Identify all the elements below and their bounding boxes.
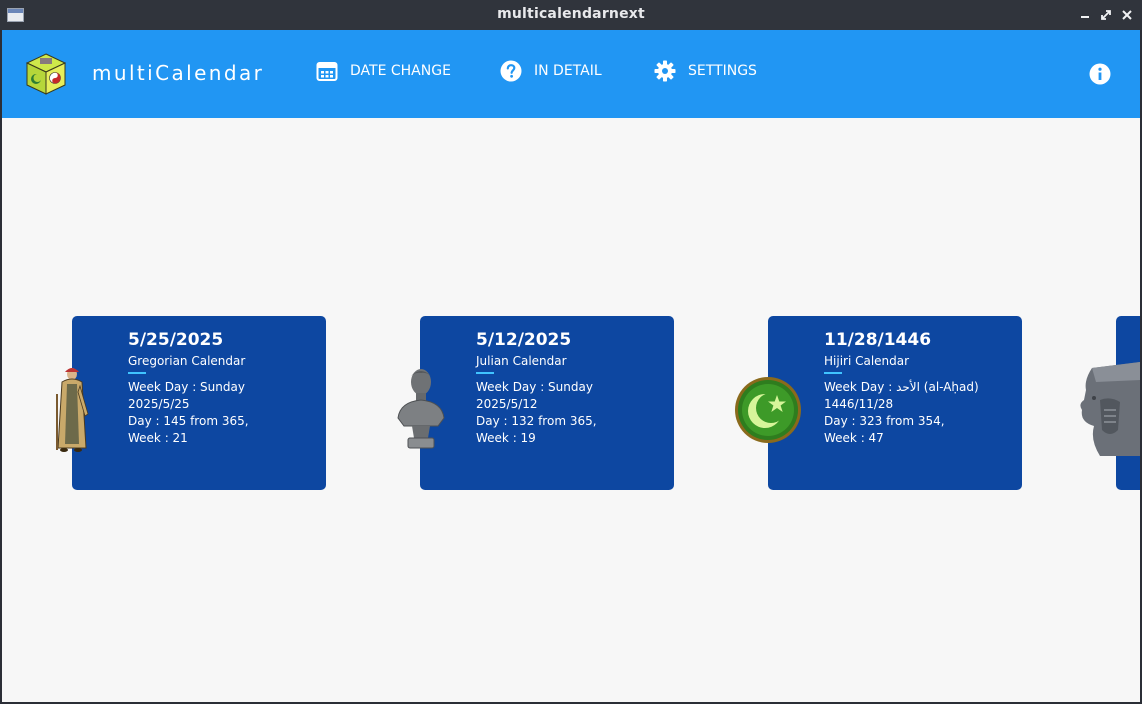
card-calendar-name: Julian Calendar xyxy=(476,354,567,368)
nav-settings[interactable]: SETTINGS xyxy=(654,56,757,86)
card-details: Week Day : Sunday 2025/5/12 Day : 132 fr… xyxy=(476,379,597,447)
card-details: Week Day : الأحد (al-Aḥad) 1446/11/28 Da… xyxy=(824,379,979,447)
calendar-card-hijri[interactable]: 11/28/1446 Hijiri Calendar Week Day : ال… xyxy=(768,316,1022,490)
nav-in-detail-label: IN DETAIL xyxy=(534,63,602,79)
info-icon[interactable] xyxy=(1089,63,1111,85)
nav-settings-label: SETTINGS xyxy=(688,63,757,79)
minimize-icon xyxy=(1081,16,1089,18)
card-accent-line xyxy=(476,372,494,374)
crescent-emblem-icon xyxy=(735,377,801,443)
calendar-card-julian[interactable]: 5/12/2025 Julian Calendar Week Day : Sun… xyxy=(420,316,674,490)
card-calendar-name: Gregorian Calendar xyxy=(128,354,246,368)
card-weekday: Week Day : الأحد (al-Aḥad) xyxy=(824,380,979,394)
card-day-of-year: Day : 145 from 365, xyxy=(128,414,249,428)
card-iso-date: 2025/5/12 xyxy=(476,397,538,411)
card-weekday: Week Day : Sunday xyxy=(128,380,245,394)
card-accent-line xyxy=(824,372,842,374)
nav-date-change-label: DATE CHANGE xyxy=(350,63,451,79)
card-week-number: Week : 19 xyxy=(476,431,536,445)
card-day-of-year: Day : 132 from 365, xyxy=(476,414,597,428)
main-window: multiCalendar DATE CHANGE IN DETAIL SETT… xyxy=(2,30,1140,702)
gear-icon xyxy=(654,60,676,82)
card-iso-date: 1446/11/28 xyxy=(824,397,894,411)
window-titlebar[interactable]: multicalendarnext xyxy=(0,0,1142,30)
card-week-number: Week : 47 xyxy=(824,431,884,445)
maximize-icon xyxy=(1101,10,1111,20)
card-accent-line xyxy=(128,372,146,374)
multicalendar-logo-icon xyxy=(25,53,67,95)
card-date: 5/25/2025 xyxy=(128,330,224,350)
close-button[interactable] xyxy=(1119,7,1135,23)
card-date: 5/12/2025 xyxy=(476,330,572,350)
card-week-number: Week : 21 xyxy=(128,431,188,445)
close-icon xyxy=(1122,10,1132,20)
nav-date-change[interactable]: DATE CHANGE xyxy=(316,56,451,86)
card-date: 11/28/1446 xyxy=(824,330,932,350)
persian-relief-icon xyxy=(1080,362,1140,456)
calendar-card-gregorian[interactable]: 5/25/2025 Gregorian Calendar Week Day : … xyxy=(72,316,326,490)
minimize-button[interactable] xyxy=(1077,7,1093,23)
card-details: Week Day : Sunday 2025/5/25 Day : 145 fr… xyxy=(128,379,249,447)
card-calendar-name: Hijiri Calendar xyxy=(824,354,910,368)
card-day-of-year: Day : 323 from 354, xyxy=(824,414,945,428)
card-iso-date: 2025/5/25 xyxy=(128,397,190,411)
nav-in-detail[interactable]: IN DETAIL xyxy=(500,56,602,86)
help-circle-icon xyxy=(500,60,522,82)
card-weekday: Week Day : Sunday xyxy=(476,380,593,394)
app-bar: multiCalendar DATE CHANGE IN DETAIL SETT… xyxy=(2,30,1140,118)
caesar-bust-icon xyxy=(397,369,445,449)
maximize-button[interactable] xyxy=(1098,7,1114,23)
pope-figure-icon xyxy=(56,368,89,452)
window-title: multicalendarnext xyxy=(497,6,645,22)
calendar-icon xyxy=(316,62,338,81)
app-brand-title: multiCalendar xyxy=(92,61,265,85)
